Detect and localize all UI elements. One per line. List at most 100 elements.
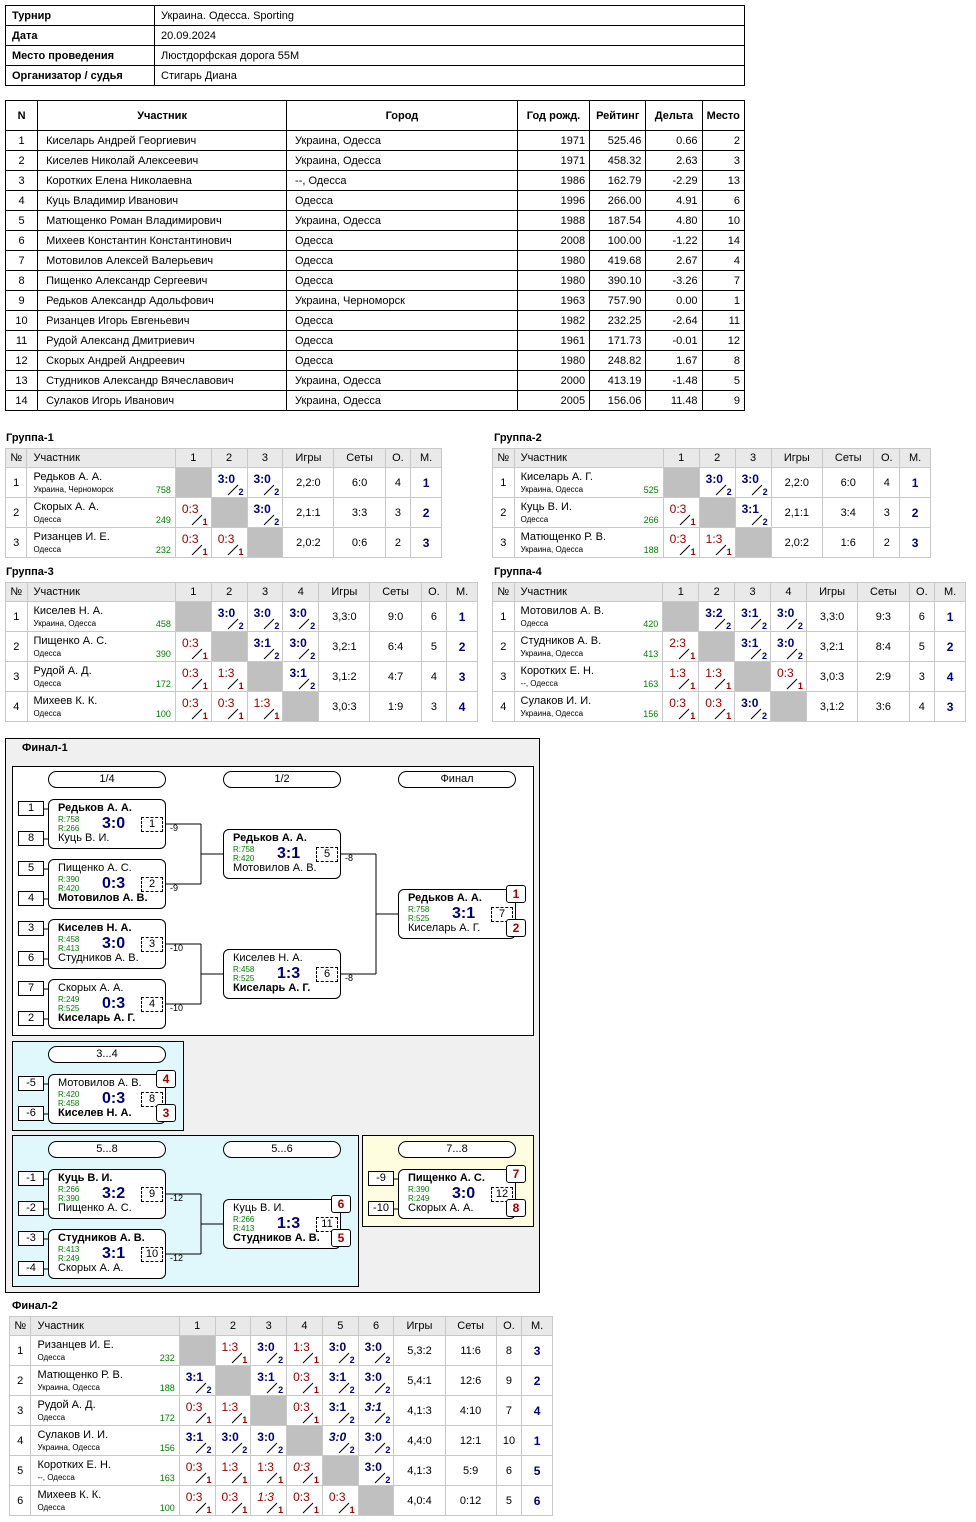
score-slash bbox=[231, 1472, 242, 1484]
match-result-cell: 3:0 2 bbox=[357, 1455, 395, 1486]
table-cell: 13 bbox=[4, 370, 39, 391]
match-result: 3:0 2 bbox=[359, 1336, 394, 1366]
table-cell: 2.63 bbox=[645, 150, 703, 171]
group-col-opponent: 2 bbox=[210, 582, 248, 602]
player-cell: Коротких Е. Н. --, Одесса 163 bbox=[513, 661, 664, 692]
table-cell: 1980 bbox=[516, 270, 591, 291]
table-cell: Ризанцев Игорь Евгеньевич bbox=[37, 310, 288, 331]
round-label: 1/4 bbox=[48, 771, 166, 788]
table-cell: Киселарь Андрей Георгиевич bbox=[37, 130, 288, 151]
player-name: Киселарь А. Г. bbox=[520, 471, 593, 483]
player-city: --, Одесса bbox=[520, 679, 558, 688]
points-value: 5 bbox=[420, 631, 448, 662]
player-name: Рудой А. Д. bbox=[33, 665, 92, 677]
score-slash bbox=[678, 678, 690, 690]
player-rating: 266 bbox=[643, 515, 659, 525]
games-value: 2,1:1 bbox=[282, 497, 335, 528]
match-player-2: Мотовилов А. В. bbox=[58, 892, 148, 904]
score-slash bbox=[195, 1412, 207, 1424]
match-box: Редьков А. А. R:758 R:266 3:0 1 Куць В. И. bbox=[48, 799, 166, 849]
group-row: 2 Пищенко А. С. Одесса 390 0:3 1 3:1 2 3:0 2 3,2:1… bbox=[5, 631, 478, 662]
player-name: Мотовилов А. В. bbox=[520, 605, 605, 617]
round-label: 5...8 bbox=[48, 1141, 166, 1158]
score-slash bbox=[786, 648, 798, 660]
match-result: 3:0 2 bbox=[771, 632, 806, 662]
participants-header-row: N Участник Город Год рожд. Рейтинг Дельта Мест… bbox=[4, 100, 746, 131]
games-value: 2,1:1 bbox=[770, 497, 824, 528]
match-result-cell: 0:3 1 bbox=[210, 691, 248, 722]
table-row: 10 Ризанцев Игорь Евгеньевич Одесса 1982 232… bbox=[4, 310, 746, 331]
player-cell: Матющенко Р. В. Украина, Одесса 188 bbox=[30, 1365, 180, 1396]
score-slash bbox=[714, 708, 726, 720]
player-number: 1 bbox=[492, 601, 515, 632]
table-cell: 4.80 bbox=[645, 210, 703, 231]
player-name: Матющенко Р. В. bbox=[520, 531, 607, 543]
score-slash bbox=[374, 1412, 385, 1424]
match-points: 2 bbox=[762, 621, 768, 631]
table-row: 9 Редьков Александр Адольфович Украина, Че… bbox=[4, 290, 746, 311]
final-1-panel: Финал-1 1/4 1/2 Финал 3...4 5...8 5...6 7...8 1… bbox=[5, 738, 540, 1293]
table-row: 7 Мотовилов Алексей Валерьевич Одесса 1980 4… bbox=[4, 250, 746, 271]
column-header: N bbox=[4, 100, 39, 131]
points-value: 3 bbox=[908, 661, 936, 692]
group-row: 3 Матющенко Р. В. Украина, Одесса 188 0:3 1 1:… bbox=[492, 527, 931, 558]
match-score: 1:3 bbox=[277, 1215, 301, 1232]
group-row: 6 Михеев К. К. Одесса 100 0:3 1 0:3 1 1:3 1 0:3 1 0:… bbox=[8, 1485, 553, 1516]
match-result: 3:1 2 bbox=[283, 662, 318, 692]
self-cell bbox=[357, 1485, 395, 1516]
table-cell: 232.25 bbox=[589, 310, 647, 331]
match-points: 2 bbox=[238, 487, 244, 497]
group-title: Финал-2 bbox=[12, 1300, 58, 1312]
player-name: Ризанцев И. Е. bbox=[37, 1339, 114, 1351]
match-result: 0:3 1 bbox=[176, 662, 211, 692]
points-value: 3 bbox=[420, 691, 448, 722]
seed-number: 7 bbox=[18, 981, 44, 996]
group-col-opponent: 3 bbox=[246, 582, 284, 602]
match-result: 0:3 1 bbox=[287, 1486, 322, 1516]
player-name: Студников А. В. bbox=[520, 635, 602, 647]
match-box: Куць В. И. R:266 R:390 3:2 9 Пищенко А. С. bbox=[48, 1169, 166, 1219]
match-player-2: Киселарь А. Г. bbox=[58, 1012, 136, 1024]
match-result: 3:0 2 bbox=[359, 1366, 394, 1396]
match-number: 1 bbox=[141, 817, 163, 832]
group-col-player: Участник bbox=[513, 582, 664, 602]
table-cell: -2.64 bbox=[645, 310, 703, 331]
match-result: 3:0 2 bbox=[216, 1426, 251, 1456]
table-cell: 2.67 bbox=[645, 250, 703, 271]
match-rating-1: R:266 bbox=[58, 1185, 80, 1194]
score-slash bbox=[227, 708, 239, 720]
match-result: 0:3 1 bbox=[699, 692, 734, 722]
group-col-games: Игры bbox=[393, 1316, 446, 1336]
score-slash bbox=[227, 544, 239, 556]
player-number: 3 bbox=[8, 1395, 32, 1426]
table-cell: 1.67 bbox=[645, 350, 703, 371]
games-value: 2,2:0 bbox=[770, 467, 824, 498]
player-city: Одесса bbox=[33, 649, 62, 658]
group-header-row: № Участник 1 2 3 4 Игры Сеты О. М. bbox=[5, 582, 478, 602]
group-col-points: О. bbox=[873, 448, 901, 468]
score-slash bbox=[195, 1442, 207, 1454]
player-city: Украина, Одесса bbox=[520, 649, 584, 658]
score-slash bbox=[195, 1502, 207, 1514]
table-cell: Одесса bbox=[286, 230, 518, 251]
match-points: 2 bbox=[385, 1415, 391, 1425]
player-rating: 156 bbox=[643, 709, 659, 719]
place-value: 1 bbox=[934, 601, 966, 632]
info-key: Организатор / судья bbox=[5, 65, 155, 86]
match-box: Редьков А. А. R:758 R:525 3:1 7 Киселарь А. Г… bbox=[398, 889, 516, 939]
seed-number: 2 bbox=[18, 1011, 44, 1026]
group-title: Группа-4 bbox=[494, 566, 542, 578]
games-value: 4,4:0 bbox=[393, 1425, 446, 1456]
column-header: Дельта bbox=[645, 100, 703, 131]
match-result: 0:3 1 bbox=[176, 632, 211, 662]
player-city: Украина, Черноморск bbox=[33, 485, 114, 494]
match-rating-1: R:420 bbox=[58, 1090, 80, 1099]
group-col-opponent: 1 bbox=[174, 582, 212, 602]
score-slash bbox=[714, 618, 726, 630]
match-number: 6 bbox=[316, 967, 338, 982]
table-cell: 1971 bbox=[516, 150, 591, 171]
place-value: 6 bbox=[521, 1485, 553, 1516]
table-cell: -3.26 bbox=[645, 270, 703, 291]
match-points: 2 bbox=[310, 681, 316, 691]
column-header: Год рожд. bbox=[516, 100, 591, 131]
